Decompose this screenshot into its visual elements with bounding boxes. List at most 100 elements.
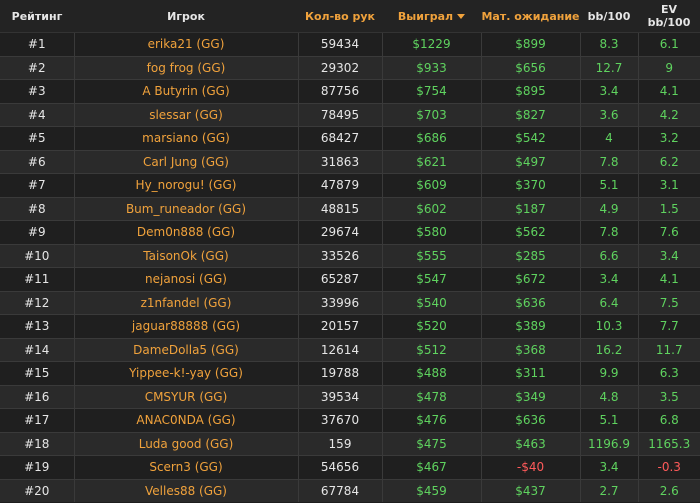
cell-evbb: 7.6 [637,220,700,244]
cell-bb: 7.8 [579,149,638,174]
cell-rank: #6 [0,149,74,174]
table-row: #13 jaguar88888 (GG) 20157 $520 $389 10.3 7.7 [0,314,700,338]
cell-bb: 10.3 [579,314,638,338]
leaderboard-table: Рейтинг Игрок Кол-во рук Выиграл Мат. ож… [0,0,700,502]
cell-ev: $562 [480,220,580,244]
cell-rank: #10 [0,243,74,268]
cell-ev: $656 [480,55,580,80]
table-row: #18 Luda good (GG) 159 $475 $463 1196.9 1165.3 [0,431,700,456]
player-link[interactable]: jaguar88888 (GG) [73,314,298,338]
table-row: #7 Hy_norogu! (GG) 47879 $609 $370 5.1 3.1 [0,173,700,197]
cell-rank: #11 [0,267,74,291]
player-link[interactable]: Yippee-k!-yay (GG) [73,361,298,385]
cell-evbb: 1165.3 [637,431,700,456]
player-link[interactable]: z1nfandel (GG) [73,290,298,315]
table-row: #10 TaisonOk (GG) 33526 $555 $285 6.6 3.4 [0,243,700,268]
player-link[interactable]: ANAC0NDA (GG) [73,408,298,432]
player-link[interactable]: fog frog (GG) [73,55,298,80]
player-link[interactable]: slessar (GG) [73,102,298,127]
cell-evbb: 11.7 [637,337,700,362]
player-link[interactable]: marsiano (GG) [73,126,298,150]
cell-bb: 3.4 [579,267,638,291]
player-link[interactable]: DameDolla5 (GG) [73,337,298,362]
cell-won: $488 [381,361,481,385]
cell-evbb: 6.3 [637,361,700,385]
cell-won: $540 [381,290,481,315]
cell-hands: 33526 [297,243,382,268]
cell-bb: 9.9 [579,361,638,385]
cell-ev: $895 [480,79,580,103]
cell-ev: $187 [480,196,580,221]
table-row: #20 Velles88 (GG) 67784 $459 $437 2.7 2.6 [0,478,700,502]
cell-rank: #8 [0,196,74,221]
cell-evbb: 6.2 [637,149,700,174]
cell-hands: 47879 [297,173,382,197]
cell-hands: 20157 [297,314,382,338]
player-link[interactable]: Scern3 (GG) [73,455,298,479]
cell-bb: 16.2 [579,337,638,362]
cell-rank: #15 [0,361,74,385]
cell-hands: 12614 [297,337,382,362]
cell-hands: 19788 [297,361,382,385]
cell-ev: $370 [480,173,580,197]
player-link[interactable]: Bum_runeador (GG) [73,196,298,221]
table-row: #17 ANAC0NDA (GG) 37670 $476 $636 5.1 6.8 [0,408,700,432]
table-row: #19 Scern3 (GG) 54656 $467 -$40 3.4 -0.3 [0,455,700,479]
cell-rank: #20 [0,478,74,502]
player-link[interactable]: CMSYUR (GG) [73,384,298,409]
cell-hands: 29302 [297,55,382,80]
header-won-label: Выиграл [397,9,454,23]
player-link[interactable]: Velles88 (GG) [73,478,298,502]
player-link[interactable]: Carl Jung (GG) [73,149,298,174]
cell-ev: $437 [480,478,580,502]
cell-won: $754 [381,79,481,103]
player-link[interactable]: Luda good (GG) [73,431,298,456]
table-row: #16 CMSYUR (GG) 39534 $478 $349 4.8 3.5 [0,384,700,409]
player-link[interactable]: A Butyrin (GG) [73,79,298,103]
cell-ev: $349 [480,384,580,409]
table-row: #9 Dem0n888 (GG) 29674 $580 $562 7.8 7.6 [0,220,700,244]
cell-won: $602 [381,196,481,221]
cell-bb: 3.6 [579,102,638,127]
table-row: #3 A Butyrin (GG) 87756 $754 $895 3.4 4.1 [0,79,700,103]
cell-rank: #16 [0,384,74,409]
cell-rank: #12 [0,290,74,315]
player-link[interactable]: TaisonOk (GG) [73,243,298,268]
table-row: #1 erika21 (GG) 59434 $1229 $899 8.3 6.1 [0,32,700,56]
cell-won: $933 [381,55,481,80]
player-link[interactable]: nejanosi (GG) [73,267,298,291]
cell-won: $621 [381,149,481,174]
cell-rank: #2 [0,55,74,80]
cell-evbb: 7.5 [637,290,700,315]
cell-hands: 68427 [297,126,382,150]
cell-ev: $285 [480,243,580,268]
cell-evbb: -0.3 [637,455,700,479]
header-won[interactable]: Выиграл [382,0,481,33]
cell-ev: $368 [480,337,580,362]
cell-bb: 6.4 [579,290,638,315]
cell-rank: #19 [0,455,74,479]
cell-rank: #9 [0,220,74,244]
cell-won: $467 [381,455,481,479]
cell-won: $555 [381,243,481,268]
cell-evbb: 6.8 [637,408,700,432]
header-hands[interactable]: Кол-во рук [298,0,382,33]
cell-bb: 7.8 [579,220,638,244]
cell-ev: $672 [480,267,580,291]
cell-hands: 159 [297,431,382,456]
cell-evbb: 2.6 [637,478,700,502]
table-row: #6 Carl Jung (GG) 31863 $621 $497 7.8 6.2 [0,149,700,174]
header-ev[interactable]: Мат. ожидание [481,0,580,33]
cell-bb: 1196.9 [579,431,638,456]
cell-hands: 31863 [297,149,382,174]
cell-bb: 4.8 [579,384,638,409]
cell-hands: 67784 [297,478,382,502]
cell-bb: 4.9 [579,196,638,221]
player-link[interactable]: erika21 (GG) [73,32,298,56]
player-link[interactable]: Dem0n888 (GG) [73,220,298,244]
cell-hands: 59434 [297,32,382,56]
cell-hands: 37670 [297,408,382,432]
cell-rank: #18 [0,431,74,456]
player-link[interactable]: Hy_norogu! (GG) [73,173,298,197]
header-bb: bb/100 [580,0,638,33]
